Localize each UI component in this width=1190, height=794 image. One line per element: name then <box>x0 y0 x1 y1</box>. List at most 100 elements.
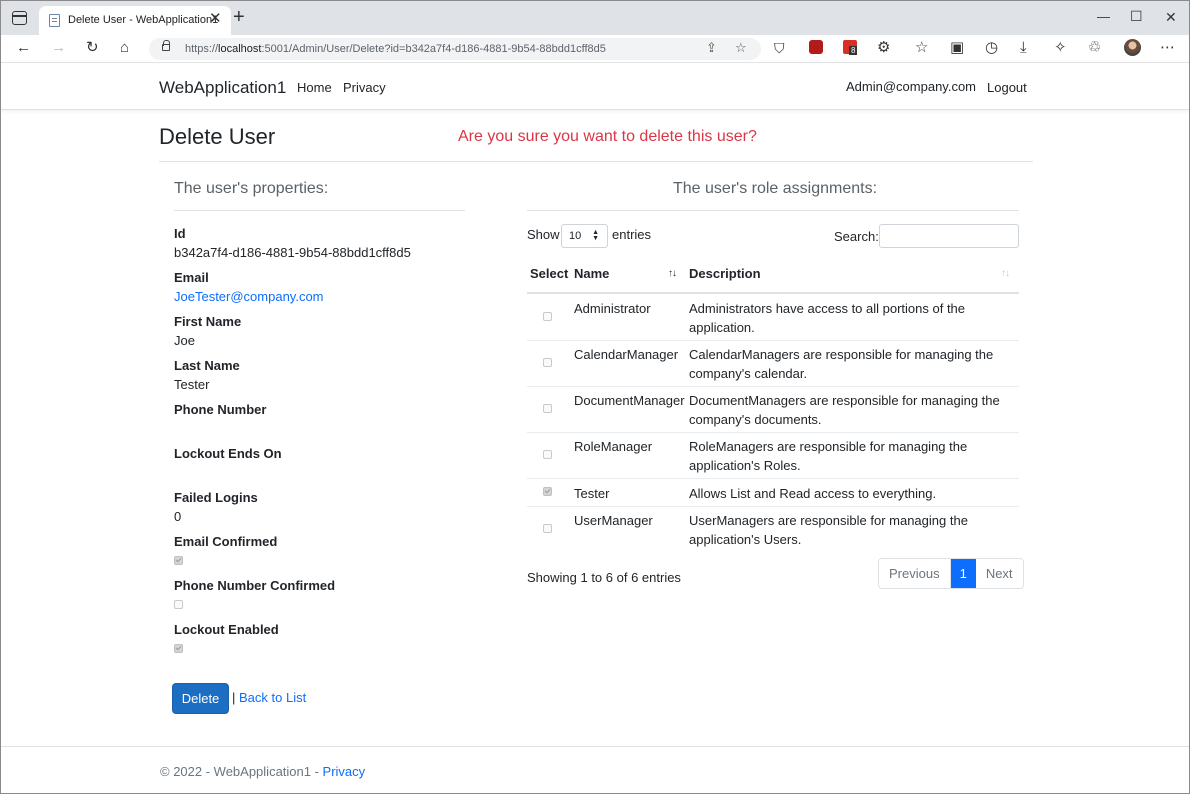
logout-link[interactable]: Logout <box>987 80 1027 95</box>
last-name-label: Last Name <box>174 358 240 373</box>
column-header-description[interactable]: Description <box>689 266 761 281</box>
close-tab-icon[interactable]: ✕ <box>209 11 222 27</box>
role-name: RoleManager <box>574 439 653 454</box>
footer: © 2022 - WebApplication1 - Privacy <box>160 764 365 779</box>
first-name-label: First Name <box>174 314 242 329</box>
forward-icon[interactable]: → <box>51 39 66 57</box>
nav-privacy-link[interactable]: Privacy <box>343 80 386 95</box>
role-description: Administrators have access to all portio… <box>689 301 966 335</box>
role-checkbox-checked[interactable] <box>543 487 552 496</box>
action-separator: | <box>232 690 236 705</box>
page-length-select[interactable]: 10 ▲ ▼ <box>561 224 608 248</box>
email-label: Email <box>174 270 209 285</box>
row-divider <box>527 340 1019 341</box>
tab-strip: Delete User - WebApplication1 ✕ + — ☐ ✕ <box>1 1 1189 35</box>
footer-text: © 2022 - WebApplication1 - <box>160 764 323 779</box>
nav-home-link[interactable]: Home <box>297 80 332 95</box>
footer-privacy-link[interactable]: Privacy <box>323 764 366 779</box>
title-divider <box>159 161 1033 162</box>
role-checkbox[interactable] <box>543 312 552 321</box>
properties-heading: The user's properties: <box>174 180 329 197</box>
address-bar[interactable]: https://localhost:5001/Admin/User/Delete… <box>149 38 761 60</box>
show-label: Show <box>527 227 560 242</box>
minimize-icon[interactable]: — <box>1097 9 1110 24</box>
more-menu-icon[interactable]: ⋯ <box>1160 39 1175 57</box>
back-icon[interactable]: ← <box>16 39 31 57</box>
performance-icon[interactable]: ♲ <box>1088 39 1101 57</box>
maximize-icon[interactable]: ☐ <box>1130 8 1143 25</box>
pagination: Previous 1 Next <box>878 558 1024 589</box>
tab-actions-icon[interactable] <box>12 11 27 25</box>
back-to-list-link[interactable]: Back to List <box>239 690 306 705</box>
entries-label: entries <box>612 227 652 242</box>
first-name-value: Joe <box>174 333 195 348</box>
close-window-icon[interactable]: ✕ <box>1165 9 1177 26</box>
previous-page-button[interactable]: Previous <box>879 559 951 588</box>
delete-button[interactable]: Delete <box>172 683 229 714</box>
browser-tab[interactable]: Delete User - WebApplication1 ✕ <box>39 6 231 35</box>
browser-window: Delete User - WebApplication1 ✕ + — ☐ ✕ … <box>0 0 1190 794</box>
sort-asc-icon[interactable]: ↑↓ <box>668 268 677 279</box>
site-navbar: WebApplication1 Home Privacy Admin@compa… <box>1 64 1189 110</box>
role-checkbox[interactable] <box>543 524 552 533</box>
brand-link[interactable]: WebApplication1 <box>159 78 286 98</box>
role-name: Administrator <box>574 301 651 316</box>
page-1-button[interactable]: 1 <box>950 559 976 588</box>
row-divider <box>527 506 1019 507</box>
downloads-icon[interactable]: ⤓ <box>1020 39 1027 57</box>
role-description: RoleManagers are responsible for managin… <box>689 439 968 473</box>
last-name-value: Tester <box>174 377 210 392</box>
role-name: DocumentManager <box>574 393 685 408</box>
select-arrows-icon: ▲ ▼ <box>592 229 599 242</box>
extensions-icon[interactable]: ⚙ <box>877 39 890 57</box>
role-description: UserManagers are responsible for managin… <box>689 513 968 547</box>
ublock-icon[interactable] <box>809 40 823 54</box>
profile-avatar[interactable] <box>1124 39 1141 56</box>
role-checkbox[interactable] <box>543 358 552 367</box>
footer-divider <box>1 746 1189 747</box>
new-tab-icon[interactable]: + <box>233 6 245 28</box>
history-icon[interactable]: ◷ <box>985 39 998 57</box>
page-viewport: WebApplication1 Home Privacy Admin@compa… <box>1 64 1189 793</box>
column-header-select: Select <box>530 266 569 281</box>
roles-divider <box>527 210 1019 211</box>
search-label: Search: <box>834 229 879 244</box>
search-input[interactable] <box>879 224 1019 248</box>
user-account-link[interactable]: Admin@company.com <box>846 79 976 94</box>
share-icon[interactable]: ⇪ <box>706 39 717 57</box>
table-info: Showing 1 to 6 of 6 entries <box>527 570 681 585</box>
phone-confirmed-label: Phone Number Confirmed <box>174 578 336 593</box>
extension-badge-icon[interactable]: 8 <box>843 40 858 55</box>
row-divider <box>527 386 1019 387</box>
failed-logins-value: 0 <box>174 509 182 524</box>
favorite-star-icon[interactable]: ☆ <box>735 39 747 57</box>
failed-logins-label: Failed Logins <box>174 490 258 505</box>
page-length-value: 10 <box>569 230 582 242</box>
delete-warning: Are you sure you want to delete this use… <box>458 128 757 145</box>
lock-icon[interactable] <box>162 40 170 51</box>
email-link[interactable]: JoeTester@company.com <box>174 289 324 304</box>
id-value: b342a7f4-d186-4881-9b54-88bdd1cff8d5 <box>174 245 411 260</box>
shield-icon[interactable]: ⛉ <box>774 39 785 57</box>
role-checkbox[interactable] <box>543 450 552 459</box>
home-icon[interactable]: ⌂ <box>120 39 129 57</box>
role-description: Allows List and Read access to everythin… <box>689 486 937 501</box>
phone-confirmed-checkbox <box>174 600 183 609</box>
roles-heading: The user's role assignments: <box>673 180 878 197</box>
collections-icon[interactable]: ▣ <box>950 39 964 57</box>
properties-divider <box>174 210 465 211</box>
role-name: CalendarManager <box>574 347 679 362</box>
copilot-icon[interactable]: ✧ <box>1054 39 1067 57</box>
sort-icon[interactable]: ↑↓ <box>1001 268 1010 279</box>
role-name: UserManager <box>574 513 653 528</box>
url-text[interactable]: https://localhost:5001/Admin/User/Delete… <box>185 43 606 55</box>
email-confirmed-checkbox <box>174 556 183 565</box>
refresh-icon[interactable]: ↻ <box>86 39 99 57</box>
tab-title: Delete User - WebApplication1 <box>68 14 219 26</box>
row-divider <box>527 478 1019 479</box>
column-header-name[interactable]: Name <box>574 266 609 281</box>
extension-badge-count: 8 <box>849 46 858 55</box>
role-checkbox[interactable] <box>543 404 552 413</box>
favorites-icon[interactable]: ☆ <box>915 39 928 57</box>
next-page-button[interactable]: Next <box>976 559 1023 588</box>
